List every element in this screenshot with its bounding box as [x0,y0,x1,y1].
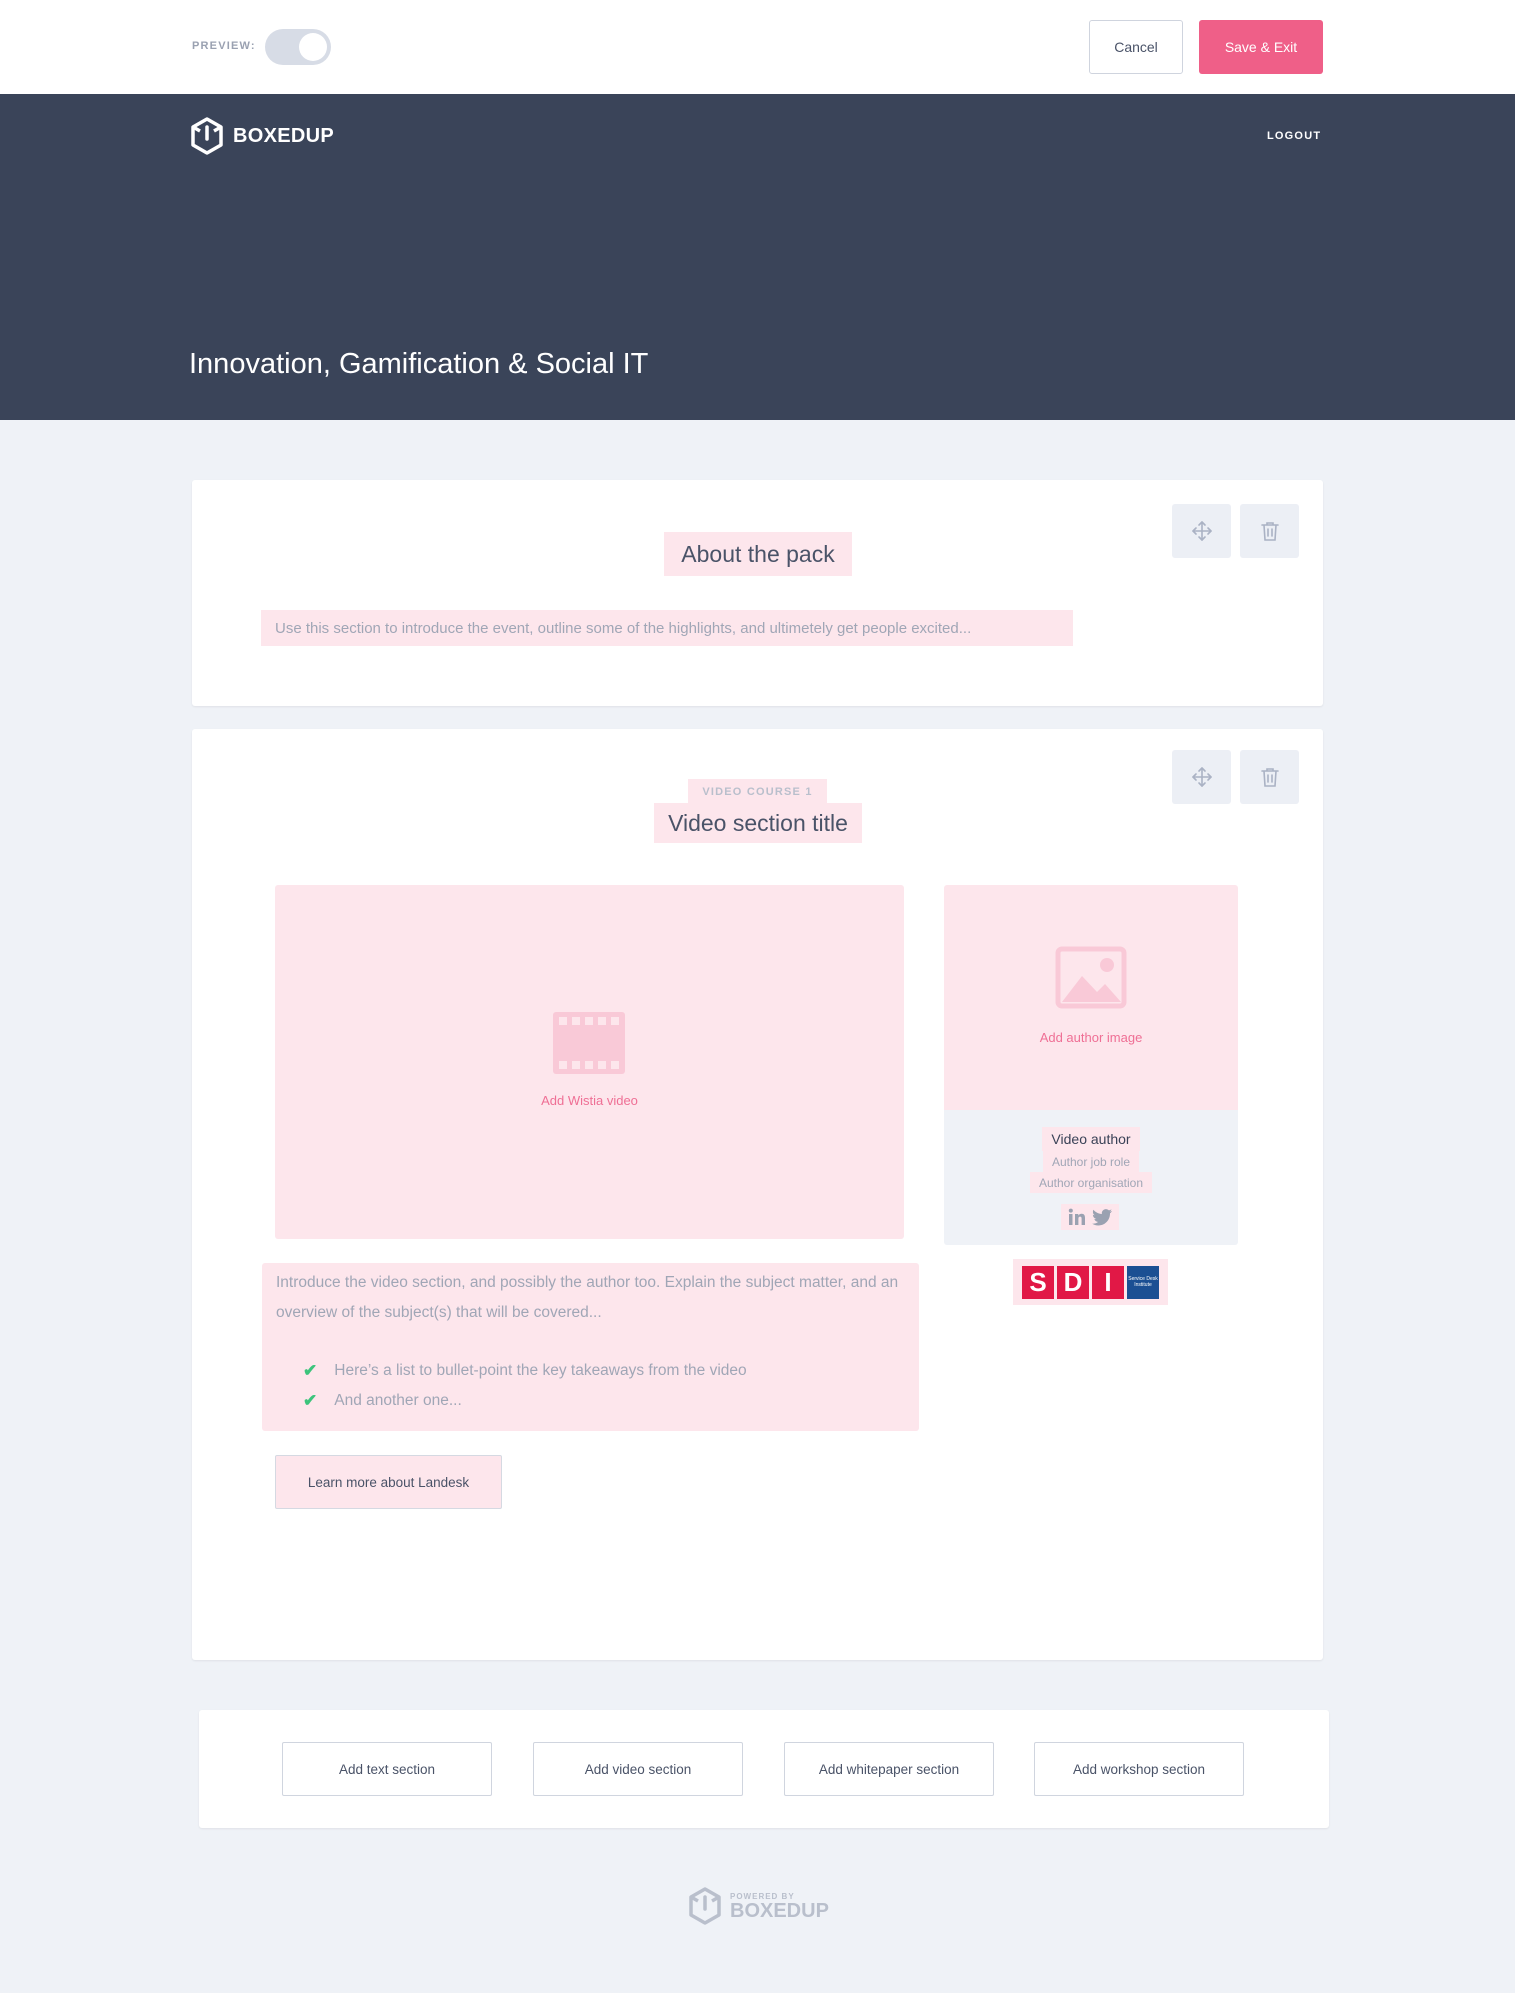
boxedup-logo-icon [191,117,223,155]
checkmark-icon: ✔ [303,1391,318,1410]
add-text-section-button[interactable]: Add text section [282,1742,492,1796]
preview-label: PREVIEW: [192,40,256,52]
page-title[interactable]: Innovation, Gamification & Social IT [189,348,648,381]
author-name[interactable]: Video author [1042,1127,1140,1151]
text-section-card [192,480,1323,706]
film-icon [553,1012,625,1074]
learn-more-button[interactable]: Learn more about Landesk [275,1455,502,1509]
move-section-button[interactable] [1172,504,1231,558]
sdi-letter: I [1092,1265,1124,1299]
brand-logo[interactable]: BOXEDUP [190,117,334,155]
brand-name: BOXEDUP [233,124,335,147]
sponsor-logo[interactable]: S D I Service Desk Institute [1013,1259,1168,1305]
checkmark-icon: ✔ [303,1361,318,1380]
toggle-knob [299,33,327,61]
section-title[interactable]: About the pack [664,532,852,576]
linkedin-icon[interactable] [1068,1208,1086,1226]
move-icon [1191,521,1212,541]
logout-link[interactable]: LOGOUT [1267,130,1321,142]
move-icon [1191,767,1212,787]
trash-icon [1260,768,1279,787]
takeaway-text: Here’s a list to bullet-point the key ta… [334,1362,747,1379]
sdi-logo-mark: S D I Service Desk Institute [1022,1265,1159,1299]
image-icon [1055,946,1127,1009]
add-author-image-label: Add author image [1039,1030,1143,1045]
section-body[interactable]: Use this section to introduce the event,… [261,610,1073,646]
move-section-button[interactable] [1172,750,1231,804]
video-course-label[interactable]: VIDEO COURSE 1 [688,779,827,805]
takeaway-item: ✔ Here’s a list to bullet-point the key … [303,1361,747,1381]
video-section-title[interactable]: Video section title [654,803,862,843]
video-intro-text: Introduce the video section, and possibl… [276,1274,899,1321]
sdi-tagline: Service Desk Institute [1127,1265,1159,1299]
trash-icon [1260,522,1279,541]
save-exit-button[interactable]: Save & Exit [1199,20,1323,74]
takeaway-item: ✔ And another one... [303,1391,462,1411]
add-whitepaper-section-button[interactable]: Add whitepaper section [784,1742,994,1796]
powered-by-logo[interactable]: POWERED BY BOXEDUP [688,1886,829,1926]
takeaway-text: And another one... [334,1392,462,1409]
add-workshop-section-button[interactable]: Add workshop section [1034,1742,1244,1796]
boxedup-logo-icon [689,1887,721,1925]
add-video-label: Add Wistia video [541,1093,638,1108]
add-video-section-button[interactable]: Add video section [533,1742,743,1796]
footer-brand-name: BOXEDUP [730,1899,829,1922]
author-organisation[interactable]: Author organisation [1030,1172,1152,1193]
author-social-links [1061,1204,1119,1230]
preview-toggle[interactable] [265,29,331,65]
sdi-letter: S [1022,1265,1054,1299]
author-job-role[interactable]: Author job role [1043,1151,1139,1172]
cancel-button[interactable]: Cancel [1089,20,1183,74]
twitter-icon[interactable] [1092,1208,1112,1226]
sdi-letter: D [1057,1265,1089,1299]
delete-section-button[interactable] [1240,504,1299,558]
delete-section-button[interactable] [1240,750,1299,804]
